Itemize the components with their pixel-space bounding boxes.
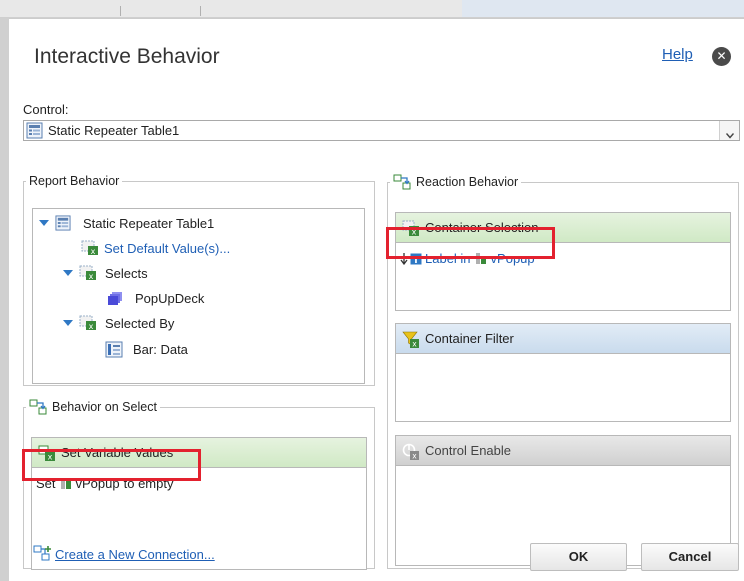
control-dropdown[interactable]: Static Repeater Table1 — [23, 120, 740, 141]
svg-text:x: x — [412, 452, 417, 461]
close-icon[interactable]: ✕ — [712, 47, 731, 66]
behavior-on-select-legend: Behavior on Select — [26, 399, 160, 415]
behavior-on-select-group: Behavior on Select x Set Variable Values… — [23, 399, 375, 570]
svg-text:x: x — [91, 247, 96, 256]
table-icon — [55, 215, 71, 231]
tree-item-label: Static Repeater Table1 — [83, 215, 215, 231]
svg-text:x: x — [89, 322, 94, 331]
container-filter-header: x Container Filter — [396, 324, 730, 354]
expand-triangle-icon[interactable] — [39, 219, 49, 227]
power-icon: x — [402, 443, 419, 461]
background-divider — [200, 6, 201, 16]
highlight-box-set-variable — [22, 449, 201, 481]
svg-text:x: x — [412, 340, 417, 349]
tree-item-label: PopUpDeck — [135, 290, 205, 306]
control-label: Control: — [23, 102, 69, 117]
report-behavior-legend: Report Behavior — [29, 174, 120, 188]
tree-item-selected-by[interactable]: x Selected By — [63, 315, 174, 331]
dropdown-button[interactable] — [719, 121, 739, 140]
control-enable-title: Control Enable — [425, 443, 511, 458]
expand-triangle-icon[interactable] — [63, 269, 73, 277]
reaction-behavior-legend-text: Reaction Behavior — [416, 175, 519, 189]
control-enable-header: x Control Enable — [396, 436, 730, 466]
report-behavior-group: Report Behavior Static Repeater Table1 x — [23, 174, 375, 386]
highlight-box-container-selection — [386, 227, 555, 259]
ok-button[interactable]: OK — [530, 543, 627, 571]
control-dropdown-value: Static Repeater Table1 — [48, 123, 180, 138]
background-tab — [462, 0, 744, 17]
interaction-icon: x — [79, 315, 96, 331]
tree-item-popupdeck[interactable]: PopUpDeck — [107, 290, 204, 306]
reaction-behavior-legend: Reaction Behavior — [390, 174, 521, 190]
filter-icon: x — [402, 331, 419, 349]
create-new-connection-link[interactable]: Create a New Connection... — [55, 547, 215, 562]
interaction-icon: x — [81, 240, 98, 256]
set-default-value-link[interactable]: Set Default Value(s)... — [104, 241, 230, 256]
background-divider — [120, 6, 121, 16]
report-behavior-tree: Static Repeater Table1 x Set Default Val… — [32, 208, 365, 384]
interactive-behavior-dialog: Interactive Behavior Help ✕ Control: Sta… — [9, 18, 744, 581]
cancel-button[interactable]: Cancel — [641, 543, 739, 571]
tree-item-root[interactable]: Static Repeater Table1 — [39, 215, 214, 231]
expand-triangle-icon[interactable] — [63, 319, 73, 327]
dialog-title: Interactive Behavior — [34, 45, 220, 68]
background-window-edge — [0, 18, 9, 581]
container-filter-panel: x Container Filter — [395, 323, 731, 422]
tree-item-bar-data[interactable]: Bar: Data — [105, 341, 188, 358]
connection-icon — [393, 174, 411, 190]
help-link[interactable]: Help — [662, 46, 693, 63]
tree-item-selects[interactable]: x Selects — [63, 265, 148, 281]
behavior-on-select-legend-text: Behavior on Select — [52, 400, 157, 414]
create-connection-row[interactable]: Create a New Connection... — [33, 545, 215, 563]
table-icon — [26, 122, 43, 139]
container-filter-title: Container Filter — [425, 331, 514, 346]
tree-item-set-default[interactable]: x Set Default Value(s)... — [81, 240, 230, 256]
new-connection-icon — [33, 545, 51, 561]
chevron-down-icon — [725, 127, 735, 142]
connection-icon — [29, 399, 47, 415]
interaction-icon: x — [79, 265, 96, 281]
deck-icon — [108, 292, 122, 305]
tree-item-label: Bar: Data — [133, 342, 188, 357]
svg-text:x: x — [89, 272, 94, 281]
background-window-strip — [0, 0, 744, 18]
chart-table-icon — [105, 341, 123, 358]
tree-item-label: Selects — [105, 265, 148, 281]
tree-item-label: Selected By — [105, 315, 175, 331]
